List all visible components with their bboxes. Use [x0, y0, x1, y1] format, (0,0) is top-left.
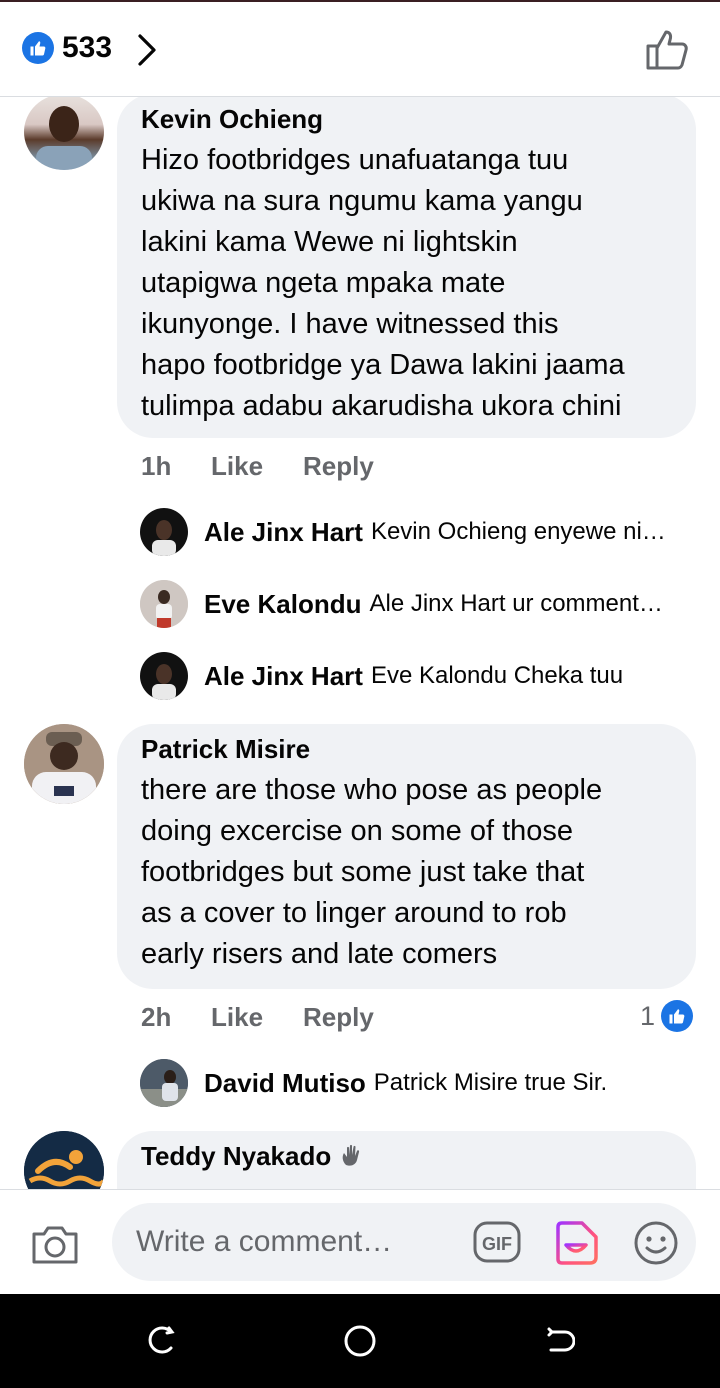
reply-preview[interactable]: Ale Jinx Hart Eve Kalondu Cheka tuu — [140, 652, 623, 700]
gif-icon[interactable]: GIF — [472, 1220, 522, 1264]
reply-preview[interactable]: Ale Jinx Hart Kevin Ochieng enyewe ni… — [140, 508, 666, 556]
comment-line: doing excercise on some of those — [141, 815, 574, 847]
comment-bubble[interactable]: Kevin Ochieng Hizo footbridges unafuatan… — [117, 97, 696, 438]
recent-apps-icon[interactable] — [145, 1324, 177, 1356]
reply-button[interactable]: Reply — [303, 451, 374, 482]
comment-line: utapigwa ngeta mpaka mate — [141, 267, 506, 299]
comment-input-placeholder: Write a comment… — [136, 1225, 393, 1258]
comment-text: Hizo footbridges unafuatanga tuu ukiwa n… — [141, 140, 672, 427]
like-badge-icon — [661, 1000, 694, 1032]
reply-text: Patrick Misire true Sir. — [373, 1069, 608, 1096]
reply-text: Ale Jinx Hart ur comment… — [369, 590, 663, 617]
reply-preview[interactable]: David Mutiso Patrick Misire true Sir. — [140, 1059, 607, 1107]
comment-reaction-summary[interactable]: 1 — [640, 1000, 694, 1032]
comment-author-name[interactable]: Teddy Nyakado — [141, 1141, 331, 1171]
comment-reaction-count: 1 — [640, 1000, 656, 1031]
waving-hand-icon — [342, 1144, 360, 1166]
sticker-icon[interactable] — [552, 1219, 600, 1267]
reply-button[interactable]: Reply — [303, 1002, 374, 1033]
comment-line: there are those who pose as people — [141, 774, 603, 806]
comment-line: lakini kama Wewe ni lightskin — [141, 226, 518, 258]
avatar[interactable] — [140, 508, 188, 556]
gif-label: GIF — [482, 1234, 512, 1254]
comment-line: hapo footbridge ya Dawa lakini jaama — [141, 349, 625, 381]
comment-line: tulimpa adabu akarudisha ukora chini — [141, 390, 622, 422]
avatar[interactable] — [140, 1059, 188, 1107]
comment-time[interactable]: 2h — [141, 1002, 211, 1033]
like-button[interactable]: Like — [211, 451, 303, 482]
reply-author[interactable]: David Mutiso — [204, 1068, 366, 1099]
avatar[interactable] — [24, 97, 104, 170]
avatar[interactable] — [140, 652, 188, 700]
comment-line: footbridges but some just take that — [141, 856, 585, 888]
comment-input[interactable]: Write a comment… GIF — [112, 1203, 696, 1281]
reply-author[interactable]: Ale Jinx Hart — [204, 517, 363, 548]
comment-line: ukiwa na sura ngumu kama yangu — [141, 185, 583, 217]
comment-list[interactable]: Kevin Ochieng Hizo footbridges unafuatan… — [0, 97, 720, 1189]
reaction-count[interactable]: 533 — [62, 30, 112, 66]
like-button[interactable]: Like — [211, 1002, 303, 1033]
back-icon[interactable] — [543, 1324, 575, 1356]
reply-text: Kevin Ochieng enyewe ni… — [370, 518, 666, 545]
comment-actions: 1h Like Reply — [141, 451, 374, 482]
comment-time[interactable]: 1h — [141, 451, 211, 482]
comment-composer: Write a comment… GIF — [0, 1189, 720, 1294]
home-icon[interactable] — [343, 1324, 377, 1358]
reply-preview[interactable]: Eve Kalondu Ale Jinx Hart ur comment… — [140, 580, 663, 628]
reply-author[interactable]: Ale Jinx Hart — [204, 661, 363, 692]
comment-author[interactable]: Patrick Misire — [141, 734, 672, 764]
comment-author[interactable]: Kevin Ochieng — [141, 104, 672, 134]
comment-line: Hizo footbridges unafuatanga tuu — [141, 144, 569, 176]
like-badge-icon[interactable] — [22, 32, 54, 64]
comment-author[interactable]: Teddy Nyakado — [141, 1141, 672, 1171]
comment-text: there are those who pose as people doing… — [141, 770, 672, 975]
comment-line: ikunyonge. I have witnessed this — [141, 308, 559, 340]
reply-text: Eve Kalondu Cheka tuu — [370, 662, 624, 689]
thumbs-up-outline-icon[interactable] — [644, 28, 690, 72]
camera-icon[interactable] — [30, 1222, 80, 1266]
avatar[interactable] — [24, 1131, 104, 1189]
reply-author[interactable]: Eve Kalondu — [204, 589, 361, 620]
comment-actions: 2h Like Reply — [141, 1002, 374, 1033]
emoji-icon[interactable] — [632, 1219, 680, 1267]
comment-line: early risers and late comers — [141, 938, 498, 970]
avatar[interactable] — [24, 724, 104, 804]
system-nav-bar — [0, 1294, 720, 1388]
reactions-header: 533 — [0, 0, 720, 97]
chevron-right-icon[interactable] — [134, 32, 160, 68]
comment-bubble[interactable]: Teddy Nyakado — [117, 1131, 696, 1189]
comment-bubble[interactable]: Patrick Misire there are those who pose … — [117, 724, 696, 989]
comment-line: as a cover to linger around to rob — [141, 897, 567, 929]
avatar[interactable] — [140, 580, 188, 628]
